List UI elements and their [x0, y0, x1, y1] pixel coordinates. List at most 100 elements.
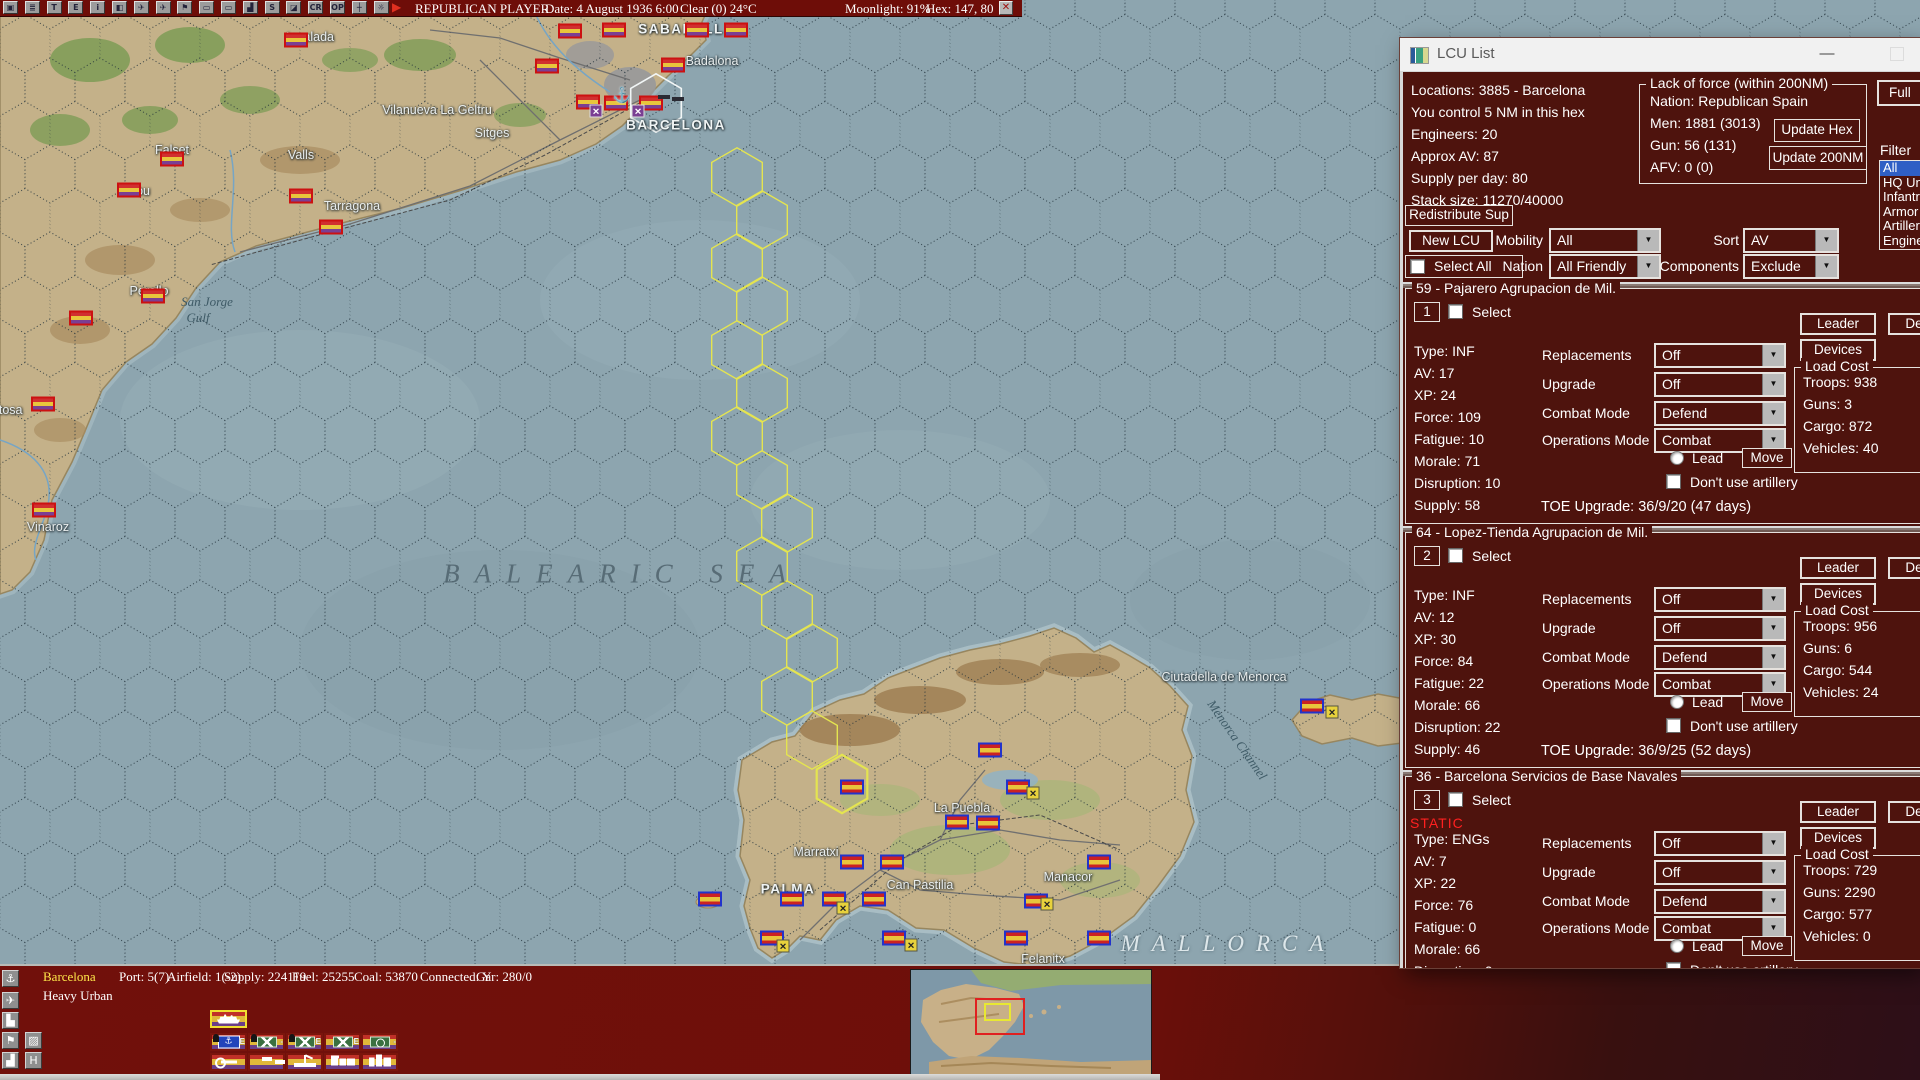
chevron-down-icon[interactable]: ▼ — [1637, 230, 1659, 251]
factory-icon[interactable]: ▟ — [2, 1052, 19, 1069]
unit-counter-buildings[interactable] — [361, 1053, 398, 1071]
toolbar-icon-save[interactable]: ▣ — [3, 1, 18, 14]
unit-select-checkbox[interactable] — [1448, 548, 1463, 563]
toolbar-icon-terrain[interactable]: ◪ — [286, 1, 301, 14]
unit-counter-ship[interactable] — [210, 1010, 247, 1028]
filter-listbox[interactable]: AllHQ UnitInfantryArmorArtilleryEnginee — [1879, 160, 1920, 250]
unit-select-checkbox[interactable] — [1448, 304, 1463, 319]
minimap[interactable] — [910, 969, 1152, 1080]
toolbar-icon-naval[interactable]: ▭ — [199, 1, 214, 14]
sort-label: Sort — [1683, 232, 1739, 248]
dont-use-artillery-checkbox[interactable] — [1666, 474, 1681, 489]
filter-option-all[interactable]: All — [1880, 161, 1920, 176]
unit-counter-craneship[interactable] — [286, 1053, 323, 1071]
filter-option-enginee[interactable]: Enginee — [1880, 234, 1920, 249]
filter-option-armor[interactable]: Armor — [1880, 205, 1920, 220]
anchor-icon[interactable]: ⚓ — [2, 970, 19, 987]
redistribute-supply-button[interactable]: Redistribute Sup — [1405, 205, 1513, 226]
dont-use-artillery-checkbox[interactable] — [1666, 962, 1681, 968]
toolbar-icon-report[interactable]: ≣ — [25, 1, 40, 14]
train-glyph — [331, 1059, 355, 1066]
unit-counter-inf[interactable]: - — [248, 1033, 285, 1051]
unit-number-button[interactable]: 1 — [1414, 302, 1440, 322]
airplane-icon[interactable]: ✈ — [2, 992, 19, 1009]
chevron-down-icon[interactable]: ▼ — [1815, 256, 1837, 277]
toolbar-icon-flag[interactable]: ⚑ — [177, 1, 192, 14]
minimize-button[interactable]: — — [1812, 42, 1842, 66]
move-button[interactable]: Move — [1742, 936, 1792, 956]
combat-mode-dropdown[interactable]: Defend▼ — [1654, 401, 1786, 426]
unit-select-checkbox[interactable] — [1448, 792, 1463, 807]
components-dropdown[interactable]: Exclude▼ — [1743, 254, 1839, 279]
select-all-checkbox[interactable] — [1410, 259, 1425, 274]
maximize-button[interactable] — [1890, 47, 1904, 61]
details-button[interactable]: Details — [1888, 801, 1920, 823]
flag-icon[interactable]: ⚑ — [2, 1032, 19, 1049]
unit-counter-wheel[interactable]: - — [361, 1033, 398, 1051]
unit-static-label: STATIC — [1410, 815, 1464, 831]
filter-option-artillery[interactable]: Artillery — [1880, 219, 1920, 234]
toolbar-icon-supply[interactable]: S — [265, 1, 280, 14]
filter-option-hq-unit[interactable]: HQ Unit — [1880, 176, 1920, 191]
combat-mode-dropdown[interactable]: Defend▼ — [1654, 645, 1786, 670]
upgrade-dropdown[interactable]: Off▼ — [1654, 372, 1786, 397]
toolbar-icon-industry[interactable]: ▟ — [243, 1, 258, 14]
unit-number-button[interactable]: 2 — [1414, 546, 1440, 566]
upgrade-dropdown[interactable]: Off▼ — [1654, 616, 1786, 641]
unit-counter-anchor[interactable]: ⚓E — [210, 1033, 247, 1051]
toolbar-icon-toe[interactable]: T — [47, 1, 62, 14]
unit-select-label: Select — [1472, 548, 1511, 564]
photo-icon[interactable]: ▨ — [25, 1032, 42, 1049]
details-button[interactable]: Details — [1888, 557, 1920, 579]
ship-icon[interactable]: ▙ — [2, 1012, 19, 1029]
toolbar-icon-operations[interactable]: OP — [330, 1, 345, 14]
full-button[interactable]: Full — [1877, 80, 1920, 106]
unit-number-button[interactable]: 3 — [1414, 790, 1440, 810]
mobility-dropdown[interactable]: All▼ — [1549, 228, 1661, 253]
move-button[interactable]: Move — [1742, 448, 1792, 468]
replacements-dropdown[interactable]: Off▼ — [1654, 587, 1786, 612]
hq-icon[interactable]: H — [25, 1052, 42, 1069]
toolbar-icon-weather-view[interactable]: ☼ — [374, 1, 389, 14]
leader-button[interactable]: Leader — [1800, 313, 1876, 335]
upgrade-dropdown[interactable]: Off▼ — [1654, 860, 1786, 885]
lead-radio[interactable] — [1670, 451, 1684, 465]
update-hex-button[interactable]: Update Hex — [1774, 119, 1860, 142]
toolbar-icon-air-green[interactable]: ✈ — [134, 1, 149, 14]
load-cost-item: Cargo: 872 — [1803, 418, 1879, 440]
move-button[interactable]: Move — [1742, 692, 1792, 712]
unit-counter-ships[interactable] — [248, 1053, 285, 1071]
replacements-dropdown[interactable]: Off▼ — [1654, 343, 1786, 368]
close-icon[interactable]: ✕ — [999, 1, 1013, 15]
lead-radio[interactable] — [1670, 939, 1684, 953]
unit-counter-wrench[interactable] — [210, 1053, 247, 1071]
toolbar-icon-signal[interactable]: ┼ — [352, 1, 367, 14]
update-200nm-button[interactable]: Update 200NM — [1769, 146, 1867, 170]
end-turn-icon[interactable]: ▶ — [392, 0, 401, 14]
toolbar-icon-naval2[interactable]: ▭ — [221, 1, 236, 14]
combat-mode-dropdown[interactable]: Defend▼ — [1654, 889, 1786, 914]
replacements-dropdown[interactable]: Off▼ — [1654, 831, 1786, 856]
unit-stat: Morale: 66 — [1414, 941, 1493, 963]
unit-select-label: Select — [1472, 792, 1511, 808]
toolbar-icon-info[interactable]: i — [90, 1, 105, 14]
toolbar-icon-editor[interactable]: E — [68, 1, 83, 14]
chevron-down-icon[interactable]: ▼ — [1815, 230, 1837, 251]
filter-option-infantry[interactable]: Infantry — [1880, 190, 1920, 205]
toolbar-icon-air-blue[interactable]: ✈ — [156, 1, 171, 14]
details-button[interactable]: Details — [1888, 313, 1920, 335]
toolbar-icon-colors[interactable]: ◧ — [112, 1, 127, 14]
lock-icon — [289, 1034, 295, 1042]
dont-use-artillery-checkbox[interactable] — [1666, 718, 1681, 733]
unit-counter-train[interactable] — [324, 1053, 361, 1071]
leader-button[interactable]: Leader — [1800, 801, 1876, 823]
toolbar-icon-combat-report[interactable]: CR — [308, 1, 323, 14]
unit-select-label: Select — [1472, 304, 1511, 320]
sort-dropdown[interactable]: AV▼ — [1743, 228, 1839, 253]
unit-counter-inf[interactable]: E — [286, 1033, 323, 1051]
leader-button[interactable]: Leader — [1800, 557, 1876, 579]
counter-mark: E — [354, 1037, 359, 1046]
lead-radio[interactable] — [1670, 695, 1684, 709]
window-titlebar[interactable]: LCU List — — [1400, 38, 1920, 72]
unit-counter-inf[interactable]: E — [324, 1033, 361, 1051]
